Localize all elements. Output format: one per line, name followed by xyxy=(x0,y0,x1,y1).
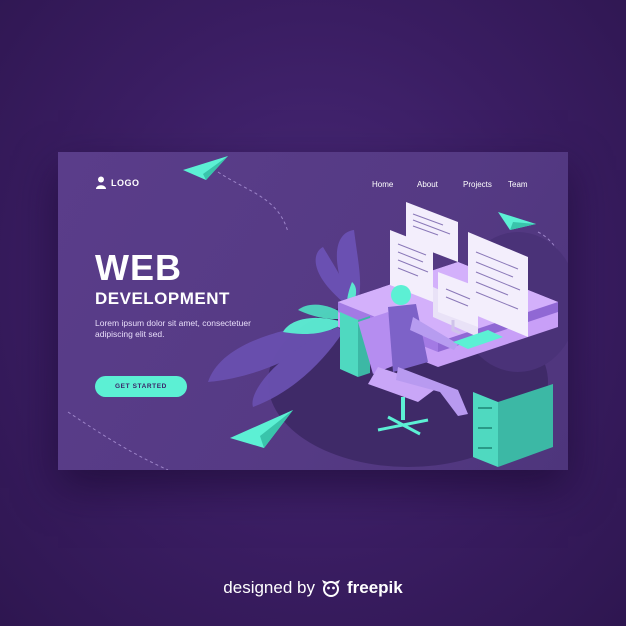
paper-plane-icon xyxy=(230,410,293,448)
hero-description: Lorem ipsum dolor sit amet, consectetuer… xyxy=(95,318,251,339)
logo-text: LOGO xyxy=(111,177,140,188)
dashed-trail xyxy=(67,411,169,470)
nav-item-projects[interactable]: Projects xyxy=(463,180,492,189)
paper-plane-icon xyxy=(183,156,228,180)
nav-item-about[interactable]: About xyxy=(417,180,438,189)
credit-prefix: designed by xyxy=(223,578,315,597)
hero-subtitle: DEVELOPMENT xyxy=(95,289,230,308)
credit-brand: freepik xyxy=(346,578,403,597)
freepik-icon xyxy=(321,580,340,597)
dashed-trail xyxy=(217,171,289,233)
logo[interactable]: LOGO xyxy=(96,176,140,189)
user-icon xyxy=(96,176,106,189)
credit[interactable]: designed by freepik xyxy=(0,578,626,598)
hero-title: WEB xyxy=(95,247,182,288)
landing-card: LOGO Home About Projects Team WEB DEVELO… xyxy=(58,152,568,470)
nav-item-home[interactable]: Home xyxy=(372,180,393,189)
nav-item-team[interactable]: Team xyxy=(508,180,528,189)
get-started-button[interactable]: GET STARTED xyxy=(95,376,187,397)
illustration xyxy=(67,156,568,470)
paper-plane-icon xyxy=(498,212,536,230)
